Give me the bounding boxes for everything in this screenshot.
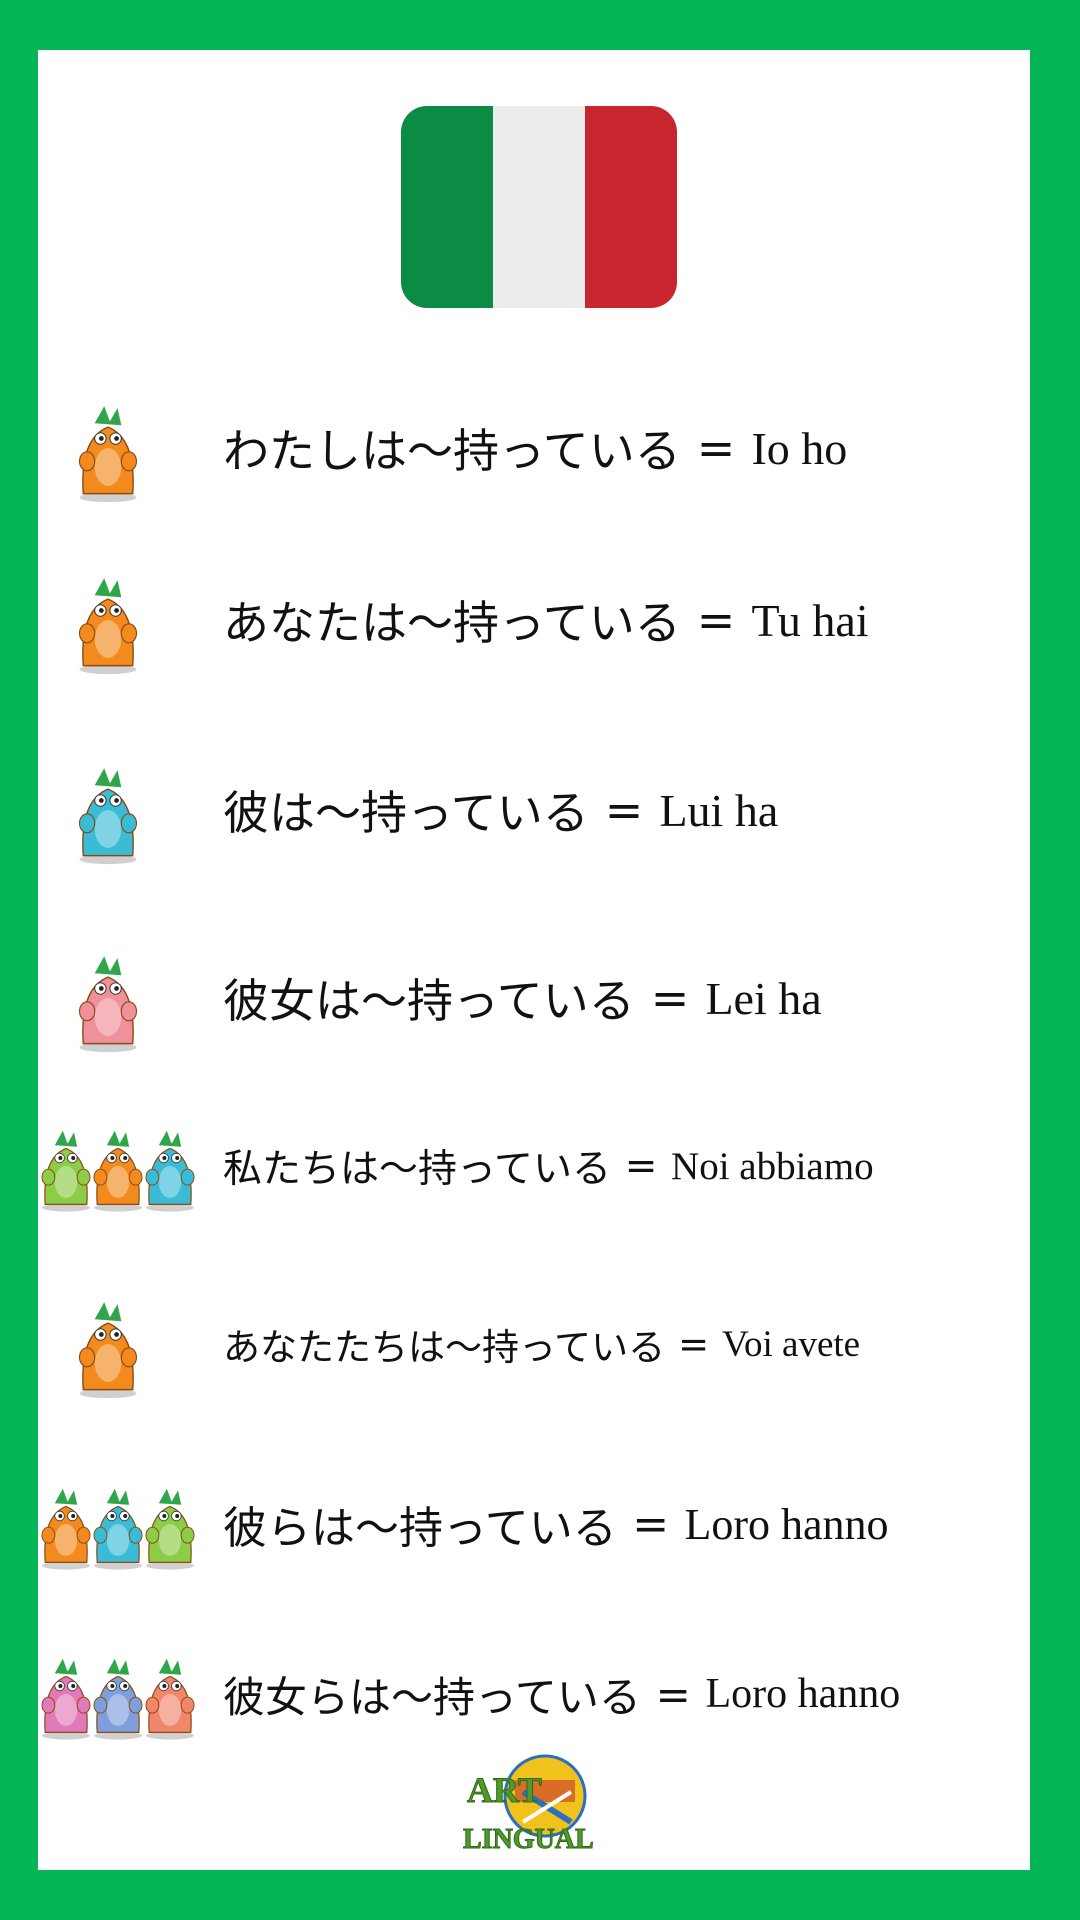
japanese-phrase: あなたは〜持っている xyxy=(223,596,681,650)
equals-sign: = xyxy=(650,971,690,1025)
equals-sign: = xyxy=(655,1669,691,1719)
japanese-phrase: 彼女らは〜持っている xyxy=(223,1672,641,1722)
phrase-text: わたしは〜持っている = Io ho xyxy=(223,388,847,508)
monster-icon xyxy=(78,578,138,675)
monster-icon xyxy=(78,406,138,503)
content-card: わたしは〜持っている = Io ho あなたは〜持っている = Tu hai 彼… xyxy=(38,50,1030,1870)
flag-stripe-green xyxy=(401,106,493,308)
artlingual-logo: ART LINGUAL xyxy=(463,1754,594,1856)
monster-icon xyxy=(41,1130,91,1212)
phrase-row-loro-m: 彼らは〜持っている = Loro hanno xyxy=(38,1464,1030,1584)
phrase-text: 彼女は〜持っている = Lei ha xyxy=(223,938,822,1058)
italian-phrase: Loro hanno xyxy=(684,1499,889,1549)
phrase-text: あなたは〜持っている = Tu hai xyxy=(223,560,869,680)
monster-icon xyxy=(41,1488,91,1570)
equals-sign: = xyxy=(696,421,736,475)
phrase-text: あなたたちは〜持っている = Voi avete xyxy=(223,1284,860,1404)
japanese-phrase: 彼は〜持っている xyxy=(223,786,589,840)
phrase-text: 私たちは〜持っている = Noi abbiamo xyxy=(223,1106,874,1226)
equals-sign: = xyxy=(624,1143,658,1189)
monster-icon xyxy=(93,1658,143,1740)
svg-text:ART: ART xyxy=(467,1770,542,1810)
phrase-text: 彼は〜持っている = Lui ha xyxy=(223,750,778,870)
monster-character-icon xyxy=(78,578,138,675)
monster-icon xyxy=(78,768,138,865)
monster-icon xyxy=(145,1130,195,1212)
italian-phrase: Tu hai xyxy=(751,594,869,646)
monster-character-icon xyxy=(78,406,138,503)
phrase-row-noi: 私たちは〜持っている = Noi abbiamo xyxy=(38,1106,1030,1226)
phrase-row-lui: 彼は〜持っている = Lui ha xyxy=(38,750,1030,870)
monster-icon xyxy=(93,1130,143,1212)
equals-sign: = xyxy=(696,593,736,647)
phrase-row-voi: あなたたちは〜持っている = Voi avete xyxy=(38,1284,1030,1404)
italian-phrase: Loro hanno xyxy=(705,1671,901,1717)
italian-phrase: Lei ha xyxy=(705,972,822,1024)
monster-group-icon xyxy=(41,1658,195,1740)
monster-icon xyxy=(78,956,138,1053)
japanese-phrase: あなたたちは〜持っている xyxy=(223,1326,666,1369)
equals-sign: = xyxy=(604,783,644,837)
italy-flag-icon xyxy=(401,106,677,308)
monster-character-icon xyxy=(78,956,138,1053)
phrase-row-lei: 彼女は〜持っている = Lei ha xyxy=(38,938,1030,1058)
italian-phrase: Voi avete xyxy=(722,1323,861,1365)
japanese-phrase: わたしは〜持っている xyxy=(223,424,681,478)
phrase-row-io: わたしは〜持っている = Io ho xyxy=(38,388,1030,508)
equals-sign: = xyxy=(678,1322,710,1366)
japanese-phrase: 彼らは〜持っている xyxy=(223,1503,617,1554)
flag-stripe-white xyxy=(493,106,585,308)
italian-phrase: Noi abbiamo xyxy=(671,1144,874,1188)
monster-character-icon xyxy=(78,1302,138,1399)
equals-sign: = xyxy=(632,1498,670,1550)
monster-group-icon xyxy=(41,1130,195,1212)
japanese-phrase: 彼女は〜持っている xyxy=(223,974,635,1028)
monster-icon xyxy=(78,1302,138,1399)
italian-phrase: Io ho xyxy=(751,422,848,474)
phrase-row-loro-f: 彼女らは〜持っている = Loro hanno xyxy=(38,1634,1030,1754)
flag-stripe-red xyxy=(585,106,677,308)
japanese-phrase: 私たちは〜持っている xyxy=(223,1147,612,1192)
phrase-text: 彼女らは〜持っている = Loro hanno xyxy=(223,1634,900,1754)
monster-character-icon xyxy=(78,768,138,865)
monster-group-icon xyxy=(41,1488,195,1570)
monster-icon xyxy=(145,1658,195,1740)
monster-icon xyxy=(93,1488,143,1570)
phrase-row-tu: あなたは〜持っている = Tu hai xyxy=(38,560,1030,680)
monster-icon xyxy=(145,1488,195,1570)
monster-icon xyxy=(41,1658,91,1740)
phrase-text: 彼らは〜持っている = Loro hanno xyxy=(223,1464,889,1584)
italian-phrase: Lui ha xyxy=(659,784,779,836)
svg-text:LINGUAL: LINGUAL xyxy=(463,1824,594,1855)
